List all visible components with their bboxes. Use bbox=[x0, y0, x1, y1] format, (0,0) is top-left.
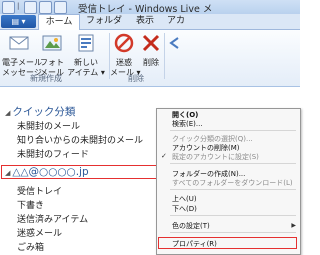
menu-item-up[interactable]: 上へ(U) bbox=[172, 194, 197, 204]
junk-icon bbox=[114, 33, 134, 53]
account-label: △△@○○○○.jp bbox=[12, 166, 89, 178]
menu-item-properties[interactable]: プロパティ(R) bbox=[172, 239, 217, 249]
quick-views-label: クイック分類 bbox=[12, 106, 76, 118]
account-header[interactable]: ◢ △△@○○○○.jp bbox=[5, 166, 89, 178]
quick-views-header[interactable]: ◢ クイック分類 bbox=[5, 104, 75, 119]
menu-item-color[interactable]: 色の設定(T) bbox=[172, 221, 210, 231]
folder-item-inbox[interactable]: 受信トレイ bbox=[17, 184, 62, 197]
file-menu-button[interactable]: ▤ ▾ bbox=[1, 15, 36, 28]
divider: | bbox=[17, 2, 20, 10]
quick-view-item[interactable]: 知り合いからの未開封のメール bbox=[17, 133, 143, 146]
send-receive-icon[interactable] bbox=[39, 1, 52, 14]
menu-separator bbox=[170, 130, 296, 131]
delete-icon bbox=[142, 34, 160, 52]
ribbon: 電子メール メッセージ フォト メール 新しい アイテム ▾ 新規作成 迷惑 メ… bbox=[0, 30, 300, 87]
collapse-icon: ◢ bbox=[5, 109, 11, 117]
delete-button[interactable]: 削除 bbox=[140, 32, 162, 68]
new-items-icon bbox=[78, 34, 94, 52]
quick-view-item[interactable]: 未開封のメール bbox=[17, 119, 80, 132]
title-bar: | 受信トレイ - Windows Live メ bbox=[0, 0, 300, 15]
menu-separator bbox=[170, 189, 296, 190]
junk-button[interactable]: 迷惑 メール ▾ bbox=[110, 32, 141, 78]
menu-separator bbox=[170, 163, 296, 164]
photo-email-button[interactable]: フォト メール bbox=[38, 32, 66, 78]
menu-separator bbox=[170, 215, 296, 216]
menu-separator bbox=[170, 232, 296, 233]
tab-view[interactable]: 表示 bbox=[130, 14, 160, 29]
folder-item-trash[interactable]: ごみ箱 bbox=[17, 240, 44, 253]
window-title: 受信トレイ - Windows Live メ bbox=[78, 4, 213, 15]
group-label-delete: 削除 bbox=[128, 74, 144, 83]
quick-view-item[interactable]: 未開封のフィード bbox=[17, 147, 89, 160]
tab-home[interactable]: ホーム bbox=[38, 14, 80, 30]
context-menu: 開く(O) 検索(E)... クイック分類の選択(Q)... アカウントの削除(… bbox=[156, 108, 301, 255]
save-icon[interactable] bbox=[24, 1, 37, 14]
delete-label: 削除 bbox=[143, 58, 159, 67]
menu-item-search[interactable]: 検索(E)... bbox=[172, 119, 203, 129]
new-email-button[interactable]: 電子メール メッセージ bbox=[2, 32, 42, 78]
ribbon-divider bbox=[164, 33, 165, 79]
quick-access-toolbar: | bbox=[2, 1, 67, 14]
folder-item-drafts[interactable]: 下書き bbox=[17, 198, 44, 211]
menu-item-download-all: すべてのフォルダーをダウンロード(L) bbox=[172, 179, 293, 187]
group-label-new: 新規作成 bbox=[30, 74, 62, 83]
reply-button[interactable] bbox=[168, 32, 180, 58]
collapse-icon: ◢ bbox=[5, 169, 11, 177]
customize-qat-icon[interactable] bbox=[54, 1, 67, 14]
app-menu-icon[interactable] bbox=[2, 1, 15, 14]
tab-folder[interactable]: フォルダー bbox=[82, 14, 126, 41]
menu-item-down[interactable]: 下へ(D) bbox=[172, 204, 197, 214]
folder-item-junk[interactable]: 迷惑メール bbox=[17, 226, 62, 239]
checkmark-icon: ✓ bbox=[161, 152, 167, 160]
menu-item-set-default: 既定のアカウントに設定(S) bbox=[172, 153, 259, 161]
submenu-arrow-icon: ▶ bbox=[291, 222, 296, 229]
photo-email-icon bbox=[42, 35, 62, 51]
tab-account[interactable]: アカ bbox=[166, 14, 186, 29]
new-items-label: 新しい アイテム ▾ bbox=[67, 58, 105, 77]
ribbon-tabs: ▤ ▾ ホーム フォルダー 表示 アカ bbox=[0, 14, 300, 41]
folder-item-sent[interactable]: 送信済みアイテム bbox=[17, 212, 88, 225]
email-message-icon bbox=[9, 36, 29, 50]
new-items-button[interactable]: 新しい アイテム ▾ bbox=[66, 32, 106, 78]
reply-icon bbox=[169, 37, 179, 49]
